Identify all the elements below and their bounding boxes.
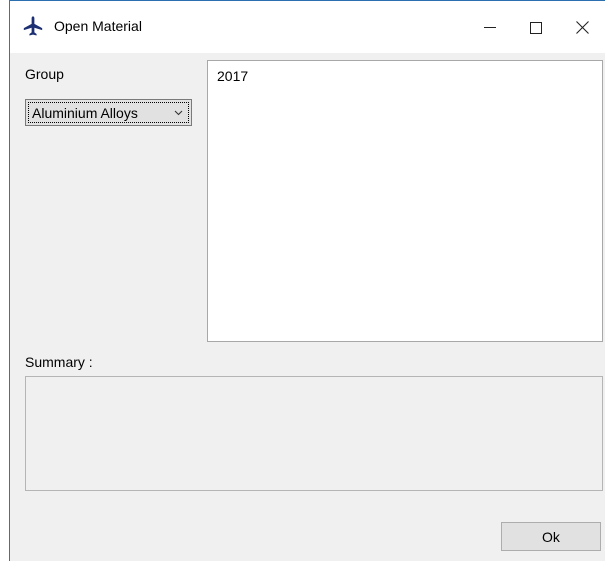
chevron-down-icon (174, 110, 183, 116)
airplane-icon (23, 16, 43, 36)
maximize-button[interactable] (513, 1, 559, 54)
list-item[interactable]: 2017 (217, 68, 248, 84)
close-icon (575, 21, 589, 34)
window-title: Open Material (54, 18, 142, 34)
open-material-dialog: Open Material Group Aluminium Alloys 201… (9, 0, 605, 561)
materials-listbox[interactable]: 2017 (207, 60, 603, 342)
close-button[interactable] (559, 1, 605, 54)
ok-button[interactable]: Ok (501, 522, 601, 551)
summary-label: Summary : (25, 354, 93, 370)
minimize-icon (484, 27, 496, 28)
group-dropdown[interactable]: Aluminium Alloys (25, 99, 192, 126)
maximize-icon (530, 21, 542, 34)
group-dropdown-value: Aluminium Alloys (32, 105, 138, 121)
minimize-button[interactable] (467, 1, 513, 54)
group-label: Group (25, 66, 64, 82)
title-bar[interactable]: Open Material (10, 0, 605, 53)
summary-box (25, 376, 603, 491)
background-strip (0, 0, 9, 561)
